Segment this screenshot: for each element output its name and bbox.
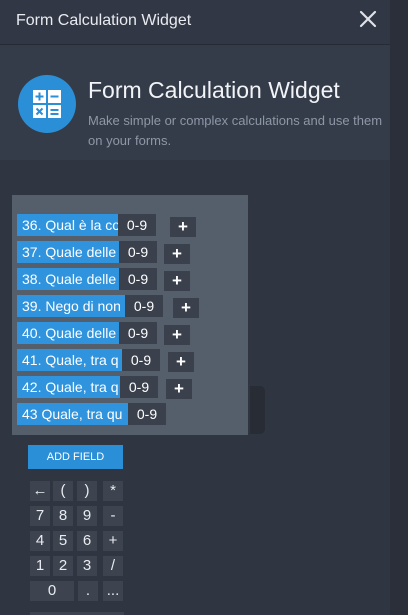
field-row: 42. Quale, tra q 0-9 + bbox=[17, 376, 247, 399]
key-2[interactable]: 2 bbox=[53, 556, 73, 576]
field-row: 38. Quale delle 0-9 + bbox=[17, 268, 247, 291]
field-label[interactable]: 43 Quale, tra qu bbox=[17, 403, 138, 425]
header-title: Form Calculation Widget bbox=[16, 12, 192, 29]
field-row: 39. Nego di non 0-9 + bbox=[17, 295, 247, 318]
header-bar: Form Calculation Widget bbox=[0, 0, 390, 45]
field-label[interactable]: 37. Quale delle bbox=[17, 241, 130, 263]
add-field-to-formula-button[interactable]: + bbox=[164, 271, 190, 291]
key-0[interactable]: 0 bbox=[30, 581, 74, 601]
close-icon[interactable] bbox=[358, 9, 378, 29]
field-label[interactable]: 40. Quale delle bbox=[17, 322, 130, 344]
widget-hero: Form Calculation Widget Make simple or c… bbox=[0, 45, 390, 160]
add-field-to-formula-button[interactable]: + bbox=[168, 352, 194, 372]
field-range: 0-9 bbox=[118, 214, 156, 236]
minus-key[interactable]: - bbox=[103, 506, 123, 526]
field-label[interactable]: 38. Quale delle bbox=[17, 268, 130, 290]
more-key[interactable]: ... bbox=[103, 581, 123, 601]
field-row: 43 Quale, tra qu 0-9 bbox=[17, 403, 247, 425]
field-range: 0-9 bbox=[120, 376, 158, 398]
add-field-to-formula-button[interactable]: + bbox=[164, 244, 190, 264]
field-range: 0-9 bbox=[119, 268, 157, 290]
multiply-key[interactable]: * bbox=[103, 481, 123, 501]
field-row: 40. Quale delle 0-9 + bbox=[17, 322, 247, 345]
decimal-key[interactable]: . bbox=[78, 581, 98, 601]
open-paren-key[interactable]: ( bbox=[53, 481, 73, 501]
field-range: 0-9 bbox=[125, 295, 163, 317]
key-8[interactable]: 8 bbox=[53, 506, 73, 526]
key-1[interactable]: 1 bbox=[30, 556, 50, 576]
divide-key[interactable]: / bbox=[103, 556, 123, 576]
field-label[interactable]: 42. Quale, tra q bbox=[17, 376, 131, 398]
add-field-to-formula-button[interactable]: + bbox=[173, 298, 199, 318]
field-range: 0-9 bbox=[128, 403, 166, 425]
field-row: 36. Qual è la co 0-9 + bbox=[17, 214, 247, 237]
fields-scrollbar[interactable] bbox=[250, 386, 265, 434]
widget-description: Make simple or complex calculations and … bbox=[88, 113, 383, 148]
fields-list: 35. Quale, tra l0-9+36. Qual è la co0-9+… bbox=[12, 195, 248, 435]
widget-name: Form Calculation Widget bbox=[88, 77, 340, 103]
key-9[interactable]: 9 bbox=[77, 506, 97, 526]
field-range: 0-9 bbox=[119, 241, 157, 263]
field-label[interactable]: 39. Nego di non bbox=[17, 295, 135, 317]
add-field-button[interactable]: ADD FIELD bbox=[28, 445, 123, 469]
plus-key[interactable]: + bbox=[103, 531, 123, 551]
add-field-to-formula-button[interactable]: + bbox=[164, 325, 190, 345]
key-7[interactable]: 7 bbox=[30, 506, 50, 526]
field-label[interactable]: 36. Qual è la co bbox=[17, 214, 129, 236]
close-paren-key[interactable]: ) bbox=[77, 481, 97, 501]
backspace-key[interactable]: ← bbox=[30, 481, 50, 501]
field-row: 41. Quale, tra q 0-9 + bbox=[17, 349, 247, 372]
add-field-to-formula-button[interactable]: + bbox=[170, 217, 196, 237]
field-label[interactable]: 41. Quale, tra q bbox=[17, 349, 132, 371]
key-5[interactable]: 5 bbox=[53, 531, 73, 551]
key-3[interactable]: 3 bbox=[77, 556, 97, 576]
add-field-to-formula-button[interactable]: + bbox=[166, 379, 192, 399]
field-range: 0-9 bbox=[119, 322, 157, 344]
key-4[interactable]: 4 bbox=[30, 531, 50, 551]
field-row: 37. Quale delle 0-9 + bbox=[17, 241, 247, 264]
panel-scrollbar[interactable] bbox=[390, 0, 408, 615]
key-6[interactable]: 6 bbox=[77, 531, 97, 551]
field-range: 0-9 bbox=[122, 349, 160, 371]
calculator-icon bbox=[18, 75, 76, 133]
